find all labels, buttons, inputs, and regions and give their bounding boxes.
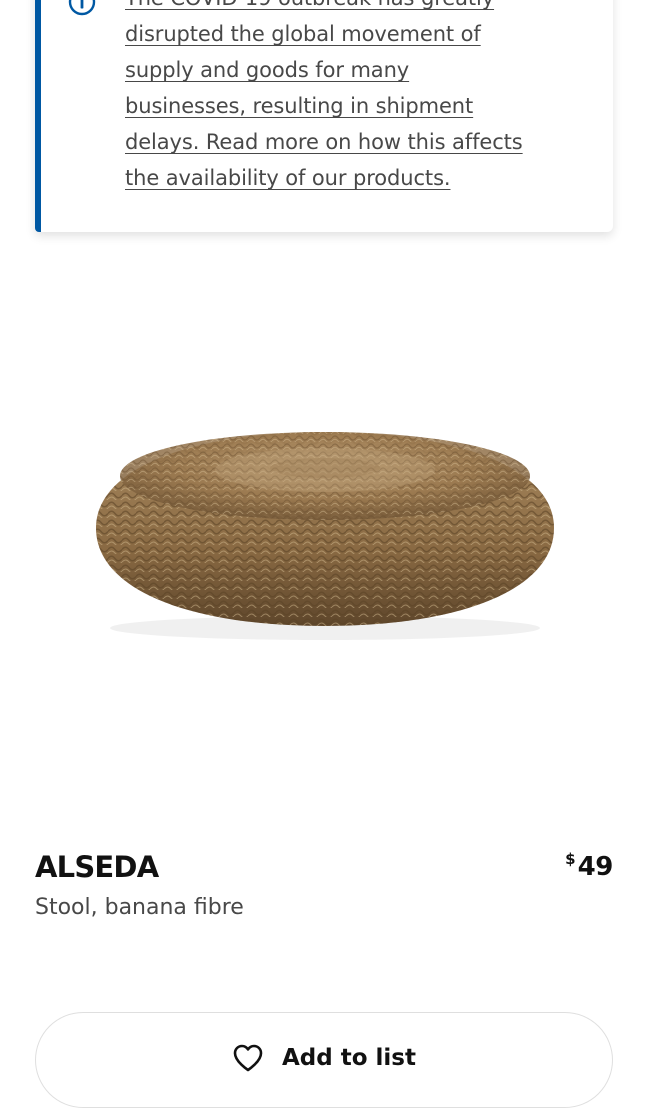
add-to-list-label: Add to list [282,1045,416,1071]
add-to-list-button[interactable]: Add to list [35,1012,613,1108]
covid-notice-banner: The COVID-19 outbreak has greatly disrup… [35,0,613,232]
notice-line: supply and goods for many [125,58,410,82]
info-icon [68,0,96,16]
notice-line: businesses, resulting in shipment [125,94,474,118]
notice-line: delays. Read more on how this affects [125,130,523,154]
price-currency: $ [565,850,576,868]
product-description: Stool, banana fibre [35,895,244,920]
notice-line: The COVID-19 outbreak has greatly [125,0,565,16]
product-price: $ 49 [565,850,613,884]
notice-line: disrupted the global movement of [125,22,481,46]
price-amount: 49 [577,852,614,882]
product-image[interactable] [80,410,570,650]
notice-line: the availability of our products. [125,166,451,190]
covid-notice-link[interactable]: The COVID-19 outbreak has greatly disrup… [125,0,565,196]
add-to-list-content: Add to list [36,1043,612,1073]
heart-icon [233,1044,263,1072]
product-name[interactable]: ALSEDA [35,850,159,884]
